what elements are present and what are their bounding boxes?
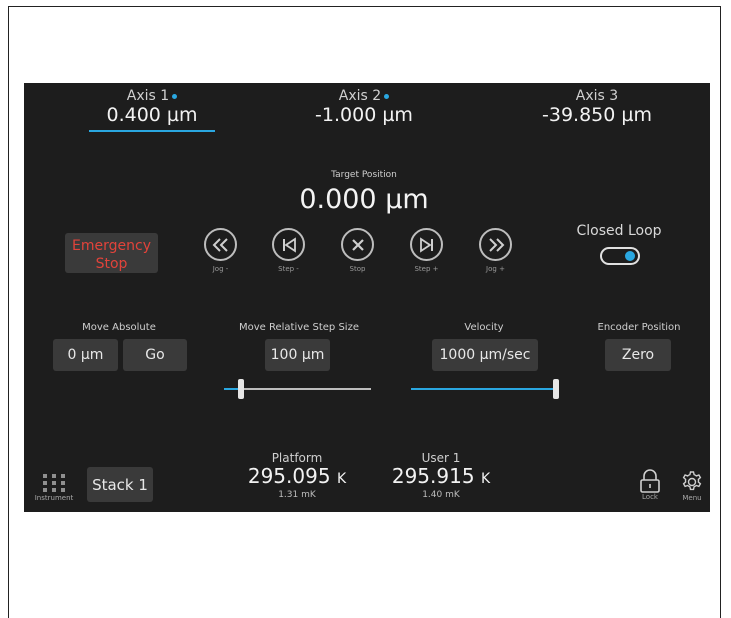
user1-value: 295.915 <box>391 464 475 488</box>
step-minus-button[interactable] <box>272 228 305 261</box>
axis-1-value: 0.400 µm <box>106 104 198 126</box>
user1-label: User 1 <box>421 451 461 465</box>
stop-label: Stop <box>349 265 366 273</box>
platform-value: 295.095 <box>247 464 331 488</box>
emergency-stop-button[interactable]: Emergency Stop <box>65 233 158 273</box>
lock-icon <box>640 469 660 493</box>
instrument-panel: Axis 1 0.400 µm Axis 2 -1.000 µm Axis 3 … <box>24 83 710 512</box>
instrument-label: Instrument <box>34 494 74 502</box>
menu-label: Menu <box>682 494 702 502</box>
axis-2-active-dot <box>384 93 390 99</box>
move-absolute-input[interactable]: 0 µm <box>53 339 118 371</box>
platform-sub-value: 1.31 mK <box>278 490 316 500</box>
velocity-slider[interactable] <box>411 379 559 399</box>
go-button[interactable]: Go <box>123 339 187 371</box>
step-size-slider[interactable] <box>224 379 371 399</box>
axis-2-readout[interactable]: Axis 2 -1.000 µm <box>284 88 444 126</box>
close-x-icon <box>351 238 364 251</box>
axis-1-readout[interactable]: Axis 1 0.400 µm <box>72 88 232 132</box>
axis-1-label: Axis 1 <box>72 88 232 104</box>
closed-loop-label: Closed Loop <box>576 223 662 239</box>
user1-value-line: 295.915 K <box>386 465 496 490</box>
user1-temperature: User 1 295.915 K 1.40 mK <box>386 451 496 500</box>
target-position-label: Target Position <box>331 170 397 180</box>
grid-icon <box>43 474 65 492</box>
instrument-button[interactable]: Instrument <box>34 473 74 502</box>
encoder-zero-button[interactable]: Zero <box>605 339 671 371</box>
step-plus-button[interactable] <box>410 228 443 261</box>
stack-button[interactable]: Stack 1 <box>87 467 153 502</box>
move-absolute-label: Move Absolute <box>82 322 156 333</box>
step-forward-icon <box>419 236 433 253</box>
platform-temperature: Platform 295.095 K 1.31 mK <box>242 451 352 500</box>
axis-2-label: Axis 2 <box>284 88 444 104</box>
velocity-slider-thumb[interactable] <box>553 379 559 399</box>
lock-button[interactable]: Lock <box>632 469 668 501</box>
emergency-stop-line1: Emergency <box>72 238 151 254</box>
stop-button[interactable] <box>341 228 374 261</box>
platform-value-line: 295.095 K <box>242 465 352 490</box>
menu-button[interactable]: Menu <box>675 470 709 502</box>
velocity-slider-fill <box>411 388 556 390</box>
step-minus-label: Step - <box>278 265 299 273</box>
move-relative-label: Move Relative Step Size <box>239 322 359 333</box>
velocity-input[interactable]: 1000 µm/sec <box>432 339 538 371</box>
jog-minus-button[interactable] <box>204 228 237 261</box>
step-size-input[interactable]: 100 µm <box>265 339 330 371</box>
double-chevron-right-icon <box>488 237 504 252</box>
axis-3-value: -39.850 µm <box>542 104 652 126</box>
step-back-icon <box>282 236 296 253</box>
platform-label: Platform <box>271 451 323 465</box>
double-chevron-left-icon <box>212 237 228 252</box>
jog-minus-label: Jog - <box>212 265 229 273</box>
axis-3-label: Axis 3 <box>575 88 619 104</box>
closed-loop-toggle[interactable] <box>600 247 640 265</box>
jog-plus-label: Jog + <box>486 265 505 273</box>
gear-icon <box>682 471 702 491</box>
jog-plus-button[interactable] <box>479 228 512 261</box>
axis-1-selected-underline <box>89 130 215 132</box>
target-position-value[interactable]: 0.000 µm <box>264 184 464 215</box>
toggle-knob <box>625 251 635 261</box>
axis-3-readout[interactable]: Axis 3 -39.850 µm <box>512 88 682 126</box>
emergency-stop-line2: Stop <box>95 256 128 272</box>
platform-unit: K <box>336 471 347 487</box>
user1-sub-value: 1.40 mK <box>422 490 460 500</box>
axis-2-value: -1.000 µm <box>315 104 413 126</box>
encoder-position-label: Encoder Position <box>597 322 681 333</box>
axis-1-active-dot <box>172 93 178 99</box>
step-size-slider-track <box>224 388 371 390</box>
lock-label: Lock <box>642 493 658 501</box>
step-plus-label: Step + <box>414 265 439 273</box>
step-size-slider-thumb[interactable] <box>238 379 244 399</box>
velocity-label: Velocity <box>464 322 504 333</box>
user1-unit: K <box>480 471 491 487</box>
